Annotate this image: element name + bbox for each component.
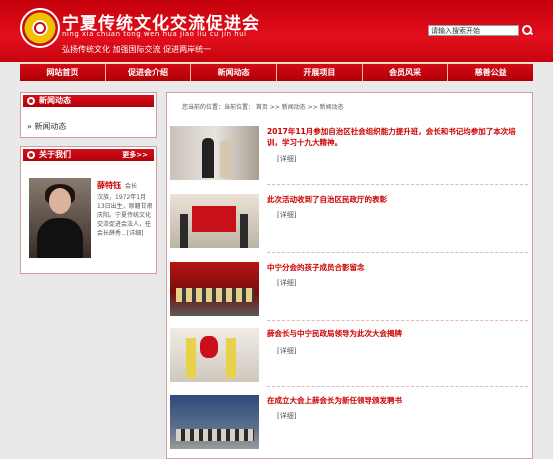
article-detail-link[interactable]: [详细] [277, 346, 296, 356]
list-item: 在成立大会上薛会长为新任领导颁发聘书 [详细] [167, 395, 534, 459]
article-thumbnail[interactable] [170, 262, 259, 316]
nav-about[interactable]: 促进会介绍 [106, 64, 192, 81]
search-icon[interactable] [521, 24, 533, 36]
article-thumbnail[interactable] [170, 395, 259, 449]
news-panel-title: 新闻动态 [39, 96, 71, 105]
article-detail-link[interactable]: [详细] [277, 154, 296, 164]
article-title[interactable]: 2017年11月参加自治区社会组织能力提升班，会长和书记均参加了本次培训，学习十… [267, 126, 517, 148]
bullet-icon [27, 97, 35, 105]
site-logo[interactable] [20, 8, 60, 48]
divider [267, 252, 528, 253]
article-detail-link[interactable]: [详细] [277, 278, 296, 288]
site-header: 宁夏传统文化交流促进会 ning xia chuan tong wen hua … [0, 0, 553, 62]
article-title[interactable]: 在成立大会上薛会长为新任领导颁发聘书 [267, 395, 517, 406]
site-slogan: 弘扬传统文化 加强国际交流 促进两岸统一 [62, 45, 212, 54]
article-title[interactable]: 中宁分会的孩子成员合影留念 [267, 262, 517, 273]
nav-home[interactable]: 网站首页 [20, 64, 106, 81]
nav-news[interactable]: 新闻动态 [191, 64, 278, 81]
divider [267, 386, 528, 387]
article-detail-link[interactable]: [详细] [277, 210, 296, 220]
nav-projects[interactable]: 开展项目 [277, 64, 363, 81]
list-item: 中宁分会的孩子成员合影留念 [详细] [167, 262, 534, 329]
president-role: 会长 [125, 183, 138, 190]
article-thumbnail[interactable] [170, 194, 259, 248]
breadcrumb: 您当前的位置：当前位置： 首页 >> 新闻动态 >> 新闻动态 [182, 104, 344, 111]
bullet-icon [27, 151, 35, 159]
article-detail-link[interactable]: [详细] [277, 411, 296, 421]
about-more-link[interactable]: 更多>> [122, 149, 148, 161]
divider [267, 320, 528, 321]
divider [267, 184, 528, 185]
list-item: 薛会长与中宁民政局领导为此次大会揭牌 [详细] [167, 328, 534, 395]
news-panel: 新闻动态 » 新闻动态 [20, 92, 157, 138]
news-panel-header: 新闻动态 [23, 95, 154, 107]
about-panel-title: 关于我们 [39, 150, 71, 159]
list-item: 2017年11月参加自治区社会组织能力提升班，会长和书记均参加了本次培训，学习十… [167, 126, 534, 193]
article-title[interactable]: 此次活动收到了自治区民政厅的表彰 [267, 194, 517, 205]
nav-members[interactable]: 会员风采 [363, 64, 449, 81]
site-pinyin: ning xia chuan tong wen hua jiao liu cu … [62, 30, 247, 38]
president-photo [29, 178, 91, 258]
article-title[interactable]: 薛会长与中宁民政局领导为此次大会揭牌 [267, 328, 517, 339]
news-category-link[interactable]: » 新闻动态 [27, 121, 66, 132]
search-input[interactable]: 请输入搜索开始 [428, 25, 519, 36]
about-panel-header: 关于我们 更多>> [23, 149, 154, 161]
president-name[interactable]: 薛特钰 [97, 180, 121, 191]
list-item: 此次活动收到了自治区民政厅的表彰 [详细] [167, 194, 534, 261]
about-panel: 关于我们 更多>> 薛特钰 会长 汉族，1972年1月13日出生，原籍甘肃庆阳。… [20, 146, 157, 274]
president-bio[interactable]: 汉族，1972年1月13日出生，原籍甘肃庆阳。宁夏传统文化交流促进会法人，任会长… [97, 193, 153, 238]
article-thumbnail[interactable] [170, 126, 259, 180]
news-list-panel: 您当前的位置：当前位置： 首页 >> 新闻动态 >> 新闻动态 2017年11月… [166, 92, 533, 459]
nav-charity[interactable]: 慈善公益 [448, 64, 533, 81]
article-thumbnail[interactable] [170, 328, 259, 382]
main-nav: 网站首页 促进会介绍 新闻动态 开展项目 会员风采 慈善公益 [20, 63, 533, 81]
